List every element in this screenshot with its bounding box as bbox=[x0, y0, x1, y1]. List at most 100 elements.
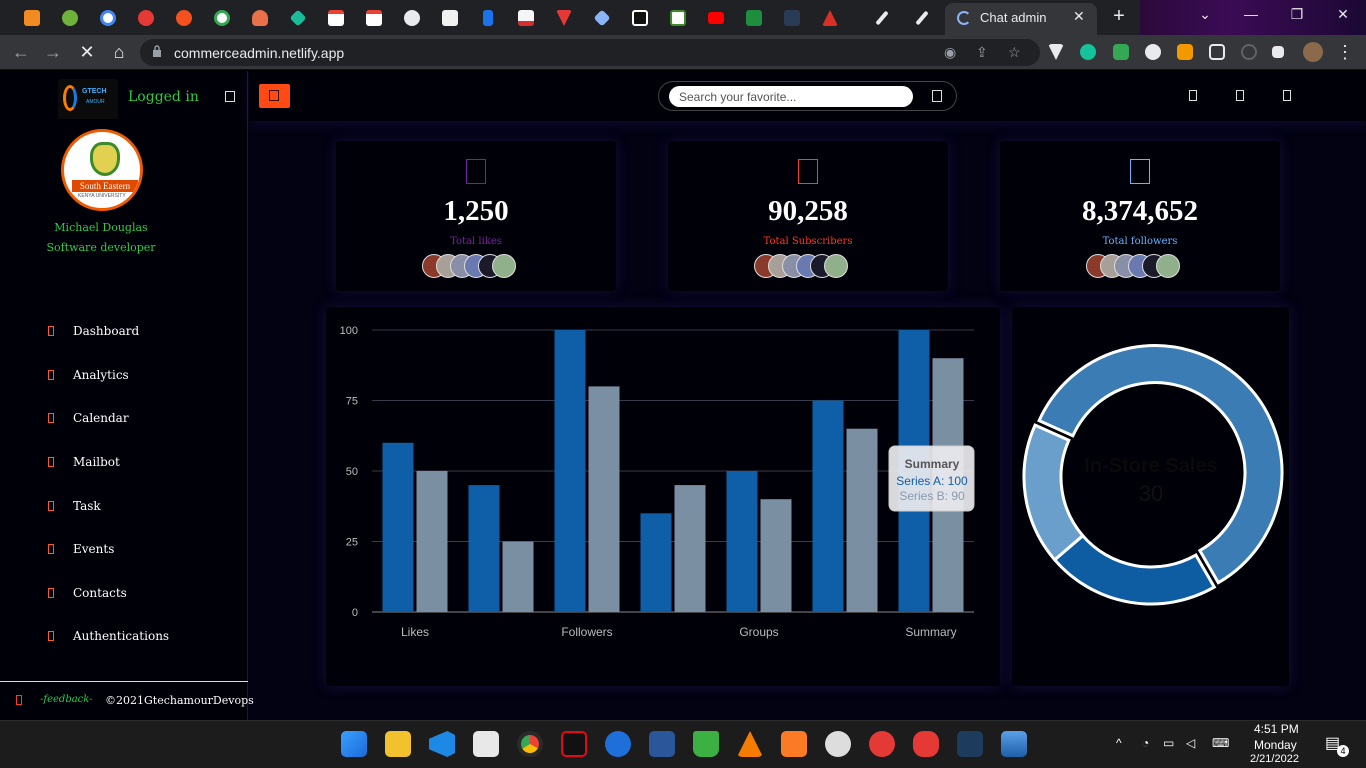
sidebar-item-authentications[interactable]: Authentications bbox=[48, 628, 228, 648]
menu-toggle-button[interactable] bbox=[259, 84, 290, 108]
network-icon[interactable]: ◔ bbox=[1142, 736, 1149, 750]
brand-logo[interactable]: GTECH AMOUR bbox=[58, 79, 118, 119]
sidebar-item-events[interactable]: Events bbox=[48, 541, 228, 561]
browser-tab[interactable] bbox=[586, 5, 618, 31]
extension-icon[interactable] bbox=[1145, 44, 1161, 60]
browser-tab[interactable] bbox=[624, 5, 656, 31]
browser-tab[interactable] bbox=[700, 5, 732, 31]
search-icon[interactable] bbox=[932, 90, 942, 102]
browser-tab[interactable] bbox=[662, 5, 694, 31]
forward-arrow-icon[interactable]: → bbox=[42, 42, 64, 63]
browser-tab[interactable] bbox=[54, 5, 86, 31]
browser-tab[interactable] bbox=[320, 5, 352, 31]
copyright-text: ©2021GtechamourDevops bbox=[105, 694, 254, 707]
photos-icon[interactable] bbox=[1001, 731, 1027, 757]
vscode-icon[interactable] bbox=[429, 731, 455, 757]
app-icon[interactable] bbox=[825, 731, 851, 757]
browser-tab[interactable] bbox=[738, 5, 770, 31]
clock-date[interactable]: 2/21/2022 bbox=[1250, 753, 1299, 765]
browser-tab[interactable] bbox=[510, 5, 542, 31]
feedback-link[interactable]: -feedback- bbox=[40, 694, 93, 705]
app-icon[interactable] bbox=[605, 731, 631, 757]
browser-tab[interactable] bbox=[814, 5, 846, 31]
start-button[interactable] bbox=[341, 731, 367, 757]
sidebar-item-calendar[interactable]: Calendar bbox=[48, 410, 228, 430]
back-arrow-icon[interactable]: ← bbox=[10, 42, 32, 63]
stop-loading-icon[interactable]: ✕ bbox=[76, 42, 98, 63]
browser-tab[interactable] bbox=[206, 5, 238, 31]
extension-icon[interactable] bbox=[1113, 44, 1129, 60]
browser-tab[interactable] bbox=[282, 5, 314, 31]
donut-chart[interactable]: In-Store Sales 30 bbox=[1012, 307, 1289, 686]
active-browser-tab[interactable]: Chat admin ✕ bbox=[945, 3, 1097, 35]
volume-icon[interactable]: ◁ bbox=[1186, 736, 1195, 750]
extension-icon[interactable] bbox=[1177, 44, 1193, 60]
sidebar-item-mailbot[interactable]: Mailbot bbox=[48, 454, 228, 474]
sidebar-item-analytics[interactable]: Analytics bbox=[48, 367, 228, 387]
y-tick-label: 0 bbox=[352, 607, 358, 619]
search-input[interactable] bbox=[669, 86, 913, 107]
vlc-icon[interactable] bbox=[737, 731, 763, 757]
browser-tab[interactable] bbox=[906, 5, 938, 31]
clock-day[interactable]: Monday bbox=[1254, 738, 1297, 752]
bar-series-b bbox=[846, 428, 878, 612]
browser-tab[interactable] bbox=[434, 5, 466, 31]
profile-avatar[interactable] bbox=[1303, 42, 1323, 62]
address-bar[interactable]: commerceadmin.netlify.app ◉ ⇪ ☆ bbox=[140, 39, 1040, 66]
window-close-button[interactable]: ✕ bbox=[1328, 6, 1358, 23]
browser-tab[interactable] bbox=[548, 5, 580, 31]
browser-tab[interactable] bbox=[866, 5, 898, 31]
bar-chart[interactable]: 0 25 50 75 100 Likes Followers Groups Summary Sum… bbox=[326, 307, 1000, 686]
sidebar-toggle-icon[interactable] bbox=[225, 91, 235, 102]
tab-close-icon[interactable]: ✕ bbox=[1073, 8, 1085, 25]
logged-in-status: Logged in bbox=[128, 89, 199, 105]
app-icon[interactable] bbox=[693, 731, 719, 757]
browser-tab[interactable] bbox=[16, 5, 48, 31]
sidebar-item-contacts[interactable]: Contacts bbox=[48, 585, 228, 605]
app-icon[interactable] bbox=[913, 731, 939, 757]
browser-tab[interactable] bbox=[776, 5, 808, 31]
site-favicon-icon bbox=[632, 10, 648, 26]
browser-menu-icon[interactable]: ⋮ bbox=[1334, 42, 1356, 63]
browser-tab[interactable] bbox=[244, 5, 276, 31]
solitaire-icon[interactable] bbox=[473, 731, 499, 757]
eye-off-icon[interactable]: ◉ bbox=[944, 44, 956, 61]
home-icon[interactable]: ⌂ bbox=[108, 42, 130, 63]
xampp-icon[interactable] bbox=[781, 731, 807, 757]
chevron-up-icon[interactable]: ^ bbox=[1116, 736, 1122, 750]
browser-tab[interactable] bbox=[92, 5, 124, 31]
share-icon[interactable]: ⇪ bbox=[976, 44, 988, 61]
file-explorer-icon[interactable] bbox=[385, 731, 411, 757]
app-icon[interactable] bbox=[869, 731, 895, 757]
browser-tab[interactable] bbox=[358, 5, 390, 31]
grammarly-icon[interactable] bbox=[1080, 44, 1096, 60]
browser-tab[interactable] bbox=[168, 5, 200, 31]
maximize-button[interactable]: ❐ bbox=[1282, 6, 1312, 23]
browser-tab[interactable] bbox=[472, 5, 504, 31]
user-icon[interactable] bbox=[1283, 90, 1291, 101]
extensions-puzzle-icon[interactable] bbox=[1272, 46, 1284, 58]
tab-search-icon[interactable]: ⌄ bbox=[1190, 6, 1220, 23]
browser-tab[interactable] bbox=[396, 5, 428, 31]
minimize-button[interactable]: — bbox=[1236, 6, 1266, 22]
google-icon bbox=[100, 10, 116, 26]
sidebar-item-task[interactable]: Task bbox=[48, 498, 228, 518]
sidebar-item-dashboard[interactable]: Dashboard bbox=[48, 323, 228, 343]
extension-icon[interactable] bbox=[1241, 44, 1257, 60]
clock-time[interactable]: 4:51 PM bbox=[1254, 722, 1299, 736]
new-tab-button[interactable]: + bbox=[1106, 6, 1132, 28]
app-icon[interactable] bbox=[957, 731, 983, 757]
extension-icon[interactable] bbox=[1209, 44, 1225, 60]
bookmark-star-icon[interactable]: ☆ bbox=[1008, 44, 1021, 61]
chrome-icon[interactable] bbox=[517, 731, 543, 757]
sidebar-item-label: Authentications bbox=[73, 629, 170, 643]
netflix-icon[interactable] bbox=[561, 731, 587, 757]
extension-v-icon[interactable] bbox=[1048, 44, 1064, 60]
browser-tab[interactable] bbox=[130, 5, 162, 31]
messages-icon[interactable] bbox=[1236, 90, 1244, 101]
word-icon[interactable] bbox=[649, 731, 675, 757]
keyboard-icon[interactable]: ⌨ bbox=[1212, 736, 1229, 750]
notifications-icon[interactable] bbox=[1189, 90, 1197, 101]
battery-icon[interactable]: ▭ bbox=[1163, 736, 1174, 750]
subscribers-icon bbox=[798, 159, 818, 184]
